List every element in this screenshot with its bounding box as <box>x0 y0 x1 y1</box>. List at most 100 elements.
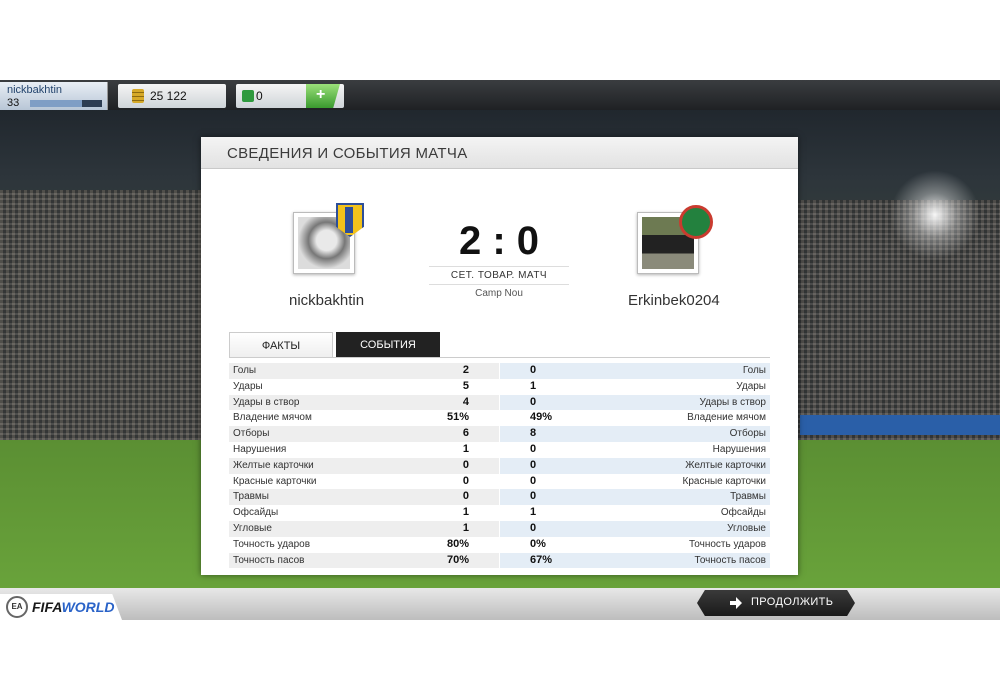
stat-row: Голы 2 0 Голы <box>229 363 770 379</box>
stat-value-away: 0 <box>530 395 537 408</box>
stat-label-away: Красные карточки <box>682 475 766 487</box>
stat-away-cell: 1 Удары <box>500 379 770 395</box>
stat-value-away: 0 <box>530 442 537 455</box>
stat-label-away: Удары <box>736 380 766 392</box>
stat-value-home: 2 <box>462 364 469 376</box>
continue-button[interactable]: ПРОДОЛЖИТЬ <box>697 590 855 616</box>
stat-home-cell: Точность пасов 70% <box>229 552 499 569</box>
adboard-right <box>800 415 1000 435</box>
panel-title: СВЕДЕНИЯ И СОБЫТИЯ МАТЧА <box>227 145 468 162</box>
stat-row: Точность ударов 80% 0% Точность ударов <box>229 537 770 553</box>
stat-value-away: 0 <box>530 458 537 471</box>
stat-away-cell: 0 Желтые карточки <box>500 457 770 474</box>
stat-away-cell: 1 Офсайды <box>500 505 770 521</box>
stat-value-home: 1 <box>462 442 469 455</box>
stat-row: Красные карточки 0 0 Красные карточки <box>229 474 770 490</box>
stat-value-away: 0 <box>530 521 537 534</box>
plus-icon: + <box>316 86 326 103</box>
stat-label-away: Владение мячом <box>687 412 766 424</box>
home-club-badge-stripe <box>345 207 353 233</box>
stat-value-home: 80% <box>446 537 469 550</box>
stat-home-cell: Удары в створ 4 <box>229 394 499 411</box>
stat-away-cell: 49% Владение мячом <box>500 410 770 426</box>
stat-label-home: Офсайды <box>233 507 279 519</box>
panel-header: СВЕДЕНИЯ И СОБЫТИЯ МАТЧА <box>201 137 798 169</box>
stat-value-home: 51% <box>446 411 469 424</box>
stat-label-home: Точность ударов <box>233 538 311 550</box>
stat-home-cell: Отборы 6 <box>229 426 499 442</box>
coins-icon <box>132 89 144 103</box>
floodlight <box>890 170 980 260</box>
stat-row: Точность пасов 70% 67% Точность пасов <box>229 552 770 569</box>
home-player-name: nickbakhtin <box>289 292 365 309</box>
stat-label-away: Офсайды <box>720 507 766 519</box>
stat-label-home: Угловые <box>233 522 272 534</box>
stat-label-home: Нарушения <box>233 443 287 455</box>
stat-value-home: 70% <box>446 553 469 566</box>
stat-value-away: 0 <box>530 474 537 487</box>
stat-home-cell: Нарушения 1 <box>229 442 499 458</box>
stat-label-away: Голы <box>742 365 766 376</box>
stat-row: Угловые 1 0 Угловые <box>229 520 770 537</box>
away-club-badge-icon <box>679 205 713 239</box>
stat-label-home: Удары в створ <box>233 396 300 408</box>
stat-value-home: 0 <box>462 490 469 503</box>
stat-value-away: 0% <box>530 537 546 550</box>
stat-home-cell: Травмы 0 <box>229 489 499 506</box>
fifa-world-logo: FIFAWORLD <box>32 599 114 615</box>
stat-label-home: Точность пасов <box>233 554 305 566</box>
stat-value-home: 4 <box>462 395 469 408</box>
tab-facts[interactable]: ФАКТЫ <box>229 332 333 358</box>
stat-label-away: Желтые карточки <box>685 459 766 471</box>
stat-label-home: Голы <box>233 365 257 376</box>
stat-home-cell: Красные карточки 0 <box>229 474 499 490</box>
stat-row: Удары в створ 4 0 Удары в створ <box>229 394 770 411</box>
stat-value-home: 1 <box>462 506 469 519</box>
coins-value: 25 122 <box>150 89 187 103</box>
stat-home-cell: Желтые карточки 0 <box>229 457 499 474</box>
stat-away-cell: 0% Точность ударов <box>500 537 770 553</box>
stat-away-cell: 0 Нарушения <box>500 442 770 458</box>
stat-label-away: Удары в створ <box>699 396 767 408</box>
stat-value-away: 1 <box>530 506 537 519</box>
continue-label: ПРОДОЛЖИТЬ <box>751 596 834 608</box>
stat-row: Удары 5 1 Удары <box>229 379 770 395</box>
stat-row: Офсайды 1 1 Офсайды <box>229 505 770 521</box>
stat-value-away: 0 <box>530 490 537 503</box>
coins-display: 25 122 <box>118 84 226 108</box>
stat-value-away: 1 <box>530 379 537 392</box>
stat-label-home: Владение мячом <box>233 412 312 424</box>
level-progress-fill <box>30 100 82 107</box>
stat-value-home: 6 <box>462 427 469 440</box>
match-venue: Camp Nou <box>475 288 523 299</box>
points-icon <box>242 90 254 102</box>
stat-home-cell: Владение мячом 51% <box>229 410 499 426</box>
tab-divider <box>229 357 770 358</box>
logo-prefix: FIFA <box>32 599 62 615</box>
user-level: 33 <box>7 97 20 109</box>
stat-label-away: Точность пасов <box>694 554 767 566</box>
level-progress-bar <box>30 100 102 107</box>
arrow-right-icon <box>730 597 742 609</box>
stat-home-cell: Угловые 1 <box>229 520 499 537</box>
stat-away-cell: 67% Точность пасов <box>500 552 770 569</box>
stat-value-away: 0 <box>530 364 537 376</box>
stat-value-away: 49% <box>530 411 553 424</box>
tab-events[interactable]: СОБЫТИЯ <box>336 332 440 358</box>
stat-home-cell: Голы 2 <box>229 363 499 379</box>
logo-suffix: WORLD <box>61 599 115 615</box>
stat-label-home: Отборы <box>233 428 270 440</box>
stat-value-away: 8 <box>530 427 537 440</box>
stat-row: Владение мячом 51% 49% Владение мячом <box>229 410 770 426</box>
stat-value-home: 5 <box>462 379 469 392</box>
stat-value-home: 0 <box>462 458 469 471</box>
user-profile[interactable]: nickbakhtin 33 <box>0 82 108 110</box>
stat-value-home: 0 <box>462 474 469 487</box>
stat-value-away: 67% <box>530 553 553 566</box>
stat-home-cell: Удары 5 <box>229 379 499 395</box>
match-type: СЕТ. ТОВАР. МАТЧ <box>429 266 569 285</box>
stat-row: Травмы 0 0 Травмы <box>229 489 770 506</box>
stat-label-away: Отборы <box>729 428 766 440</box>
stat-away-cell: 0 Красные карточки <box>500 474 770 490</box>
stat-label-home: Удары <box>233 380 263 392</box>
